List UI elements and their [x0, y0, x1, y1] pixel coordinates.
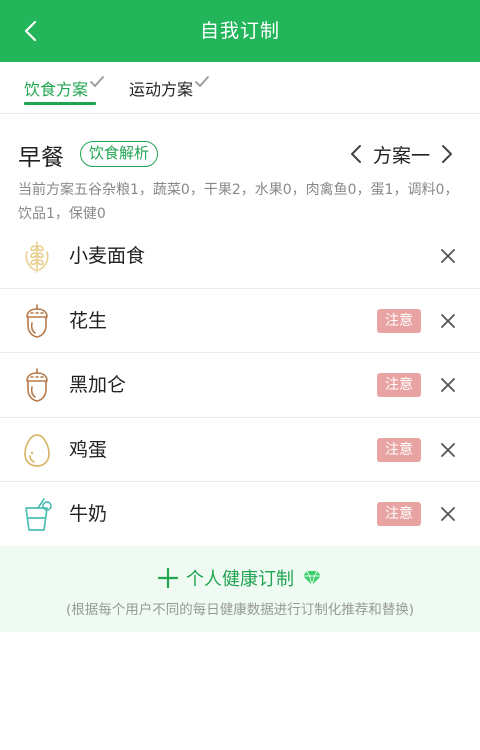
list-item: 花生 注意 [0, 289, 480, 353]
tab-diet-plan[interactable]: 饮食方案 [24, 62, 105, 114]
caution-badge: 注意 [377, 437, 421, 462]
diamond-icon [303, 570, 321, 586]
plan-name: 方案一 [372, 144, 430, 167]
nut-icon [26, 368, 48, 402]
nut-icon [26, 303, 48, 338]
wheat-icon [25, 241, 49, 273]
chevron-right-icon [442, 145, 452, 163]
customization-title-row: 个人健康订制 [0, 564, 480, 592]
active-tab-indicator [24, 102, 96, 105]
check-icon [195, 76, 209, 87]
plan-switcher: 方案一 [345, 138, 458, 170]
meal-header: 早餐 饮食解析 方案一 [0, 136, 480, 176]
customization-title: 个人健康订制 [186, 569, 294, 590]
list-item: 鸡蛋 注意 [0, 418, 480, 482]
food-name: 牛奶 [69, 503, 108, 525]
customization-subtitle: (根据每个用户不同的每日健康数据进行订制化推荐和替换) [65, 602, 415, 618]
personal-customization-banner[interactable]: 个人健康订制 (根据每个用户不同的每日健康数据进行订制化推荐和替换) [0, 546, 480, 632]
meal-title: 早餐 [18, 145, 64, 171]
close-icon[interactable] [438, 375, 458, 395]
egg-icon [24, 433, 50, 467]
tab-label: 运动方案 [129, 80, 194, 99]
food-name: 鸡蛋 [69, 438, 108, 461]
close-icon[interactable] [438, 440, 458, 460]
top-bar: 自我订制 [0, 0, 480, 62]
previous-plan-button[interactable] [345, 139, 367, 169]
food-list: 小麦面食 花生 注意 黑加仑 注意 鸡蛋 注意 牛奶 注意 [0, 224, 480, 547]
chevron-left-icon [350, 145, 361, 163]
next-plan-button[interactable] [436, 139, 458, 169]
caution-badge: 注意 [377, 308, 421, 333]
tab-label: 饮食方案 [24, 80, 89, 99]
caution-badge: 注意 [377, 502, 421, 526]
food-name: 小麦面食 [69, 245, 146, 267]
diet-analysis-button[interactable]: 饮食解析 [80, 141, 159, 167]
tab-exercise-plan[interactable]: 运动方案 [129, 62, 210, 114]
caution-badge: 注意 [377, 373, 421, 397]
plan-tabs: 饮食方案 运动方案 [0, 62, 480, 114]
plus-icon [158, 568, 178, 588]
list-item: 黑加仑 注意 [0, 353, 480, 418]
close-icon[interactable] [438, 311, 458, 331]
list-item: 牛奶 注意 [0, 482, 480, 547]
food-name: 黑加仑 [69, 374, 127, 396]
close-icon[interactable] [438, 246, 458, 266]
check-icon [90, 76, 104, 87]
drink-icon [25, 498, 52, 531]
page-title: 自我订制 [199, 20, 280, 42]
close-icon[interactable] [438, 504, 458, 524]
plan-summary: 当前方案五谷杂粮1，蔬菜0，干果2，水果0，肉禽鱼0，蛋1，调料0，饮品1，保健… [18, 182, 459, 222]
food-name: 花生 [69, 309, 108, 332]
list-item: 小麦面食 [0, 224, 480, 289]
